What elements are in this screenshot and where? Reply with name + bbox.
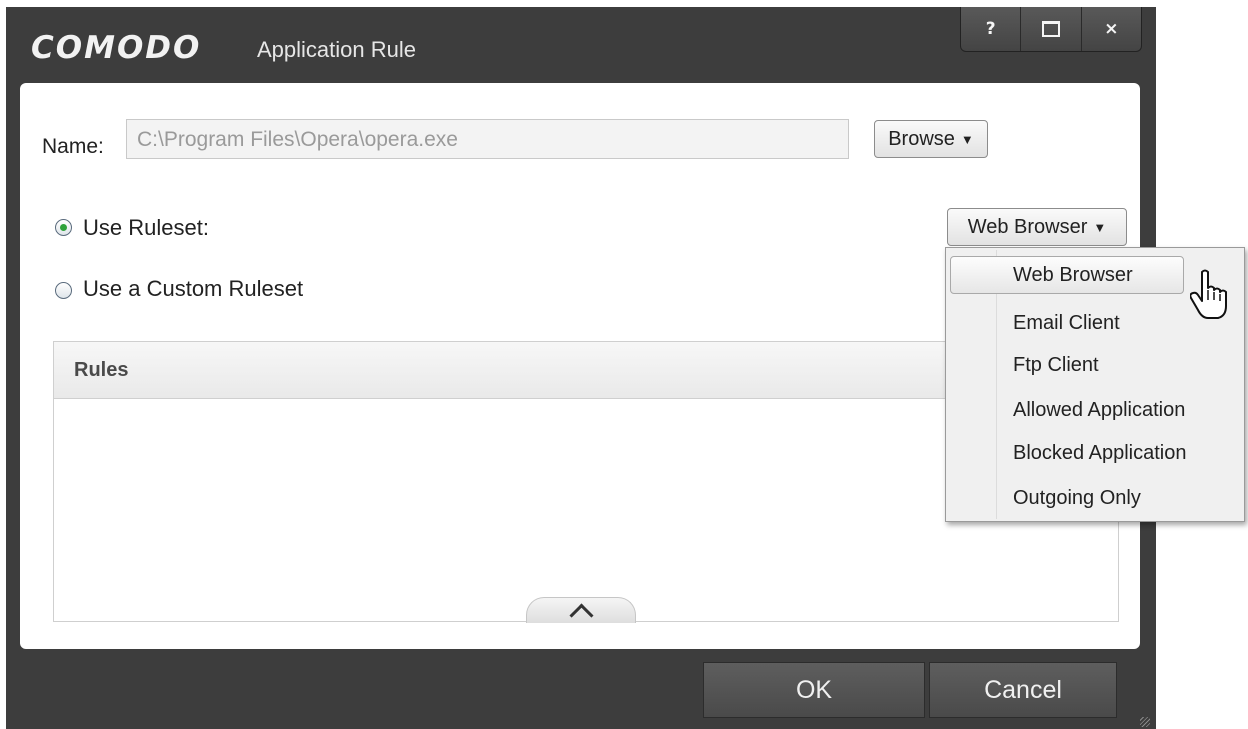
browse-label: Browse (888, 127, 955, 150)
menu-item-outgoing-only[interactable]: Outgoing Only (950, 479, 1238, 517)
window-title: Application Rule (257, 37, 416, 62)
name-label: Name: (42, 135, 104, 158)
dropdown-caret-icon: ▼ (1093, 219, 1107, 235)
title-bar: COMODO Application Rule ? × (6, 7, 1156, 82)
comodo-logo: COMODO (31, 30, 202, 66)
help-icon[interactable]: ? (961, 7, 1022, 51)
use-ruleset-label[interactable]: Use Ruleset: (83, 215, 209, 241)
use-custom-ruleset-label[interactable]: Use a Custom Ruleset (83, 276, 303, 302)
ruleset-dropdown-button[interactable]: Web Browser ▼ (947, 208, 1127, 246)
hand-cursor-icon (1190, 269, 1227, 319)
ruleset-selected-label: Web Browser (967, 215, 1088, 238)
name-field[interactable]: C:\Program Files\Opera\opera.exe (126, 119, 849, 159)
dropdown-caret-icon: ▼ (960, 131, 974, 147)
close-icon[interactable]: × (1082, 7, 1141, 51)
menu-item-allowed-application[interactable]: Allowed Application (950, 391, 1238, 429)
browse-button[interactable]: Browse ▼ (874, 120, 988, 158)
ok-button[interactable]: OK (703, 662, 925, 718)
maximize-icon[interactable] (1021, 7, 1082, 51)
cancel-button[interactable]: Cancel (929, 662, 1117, 718)
window-controls: ? × (960, 7, 1142, 52)
menu-item-web-browser[interactable]: Web Browser (950, 256, 1184, 294)
chevron-up-icon (568, 603, 594, 628)
use-ruleset-radio[interactable] (55, 219, 72, 236)
collapse-toggle[interactable] (526, 597, 636, 628)
resize-grip-icon[interactable] (1140, 717, 1150, 727)
use-custom-ruleset-radio[interactable] (55, 282, 72, 299)
menu-item-ftp-client[interactable]: Ftp Client (950, 346, 1238, 384)
menu-item-blocked-application[interactable]: Blocked Application (950, 434, 1238, 472)
